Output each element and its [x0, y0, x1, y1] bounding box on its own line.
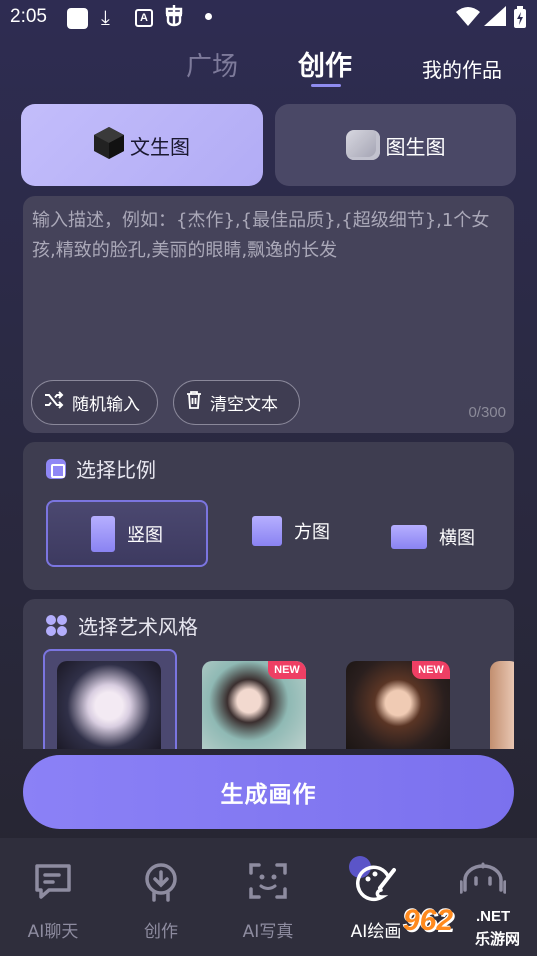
watermark-main: 962 — [403, 904, 454, 937]
my-works-link[interactable]: 我的作品 — [422, 54, 502, 83]
watermark-sub: 乐游网 — [475, 930, 521, 948]
battery-icon — [514, 6, 526, 32]
status-bar: 2:05 ⤓ A — [0, 0, 537, 36]
chat-icon — [33, 862, 73, 904]
tab-create[interactable]: 创作 — [298, 44, 352, 83]
watermark-domain: .NET — [473, 908, 514, 925]
portrait-shape-icon — [91, 515, 115, 552]
text-to-image-label: 文生图 — [130, 134, 190, 159]
style-title-label: 选择艺术风格 — [78, 615, 198, 639]
robot-icon — [459, 862, 507, 902]
text-to-image-button[interactable]: 文生图 — [21, 104, 263, 186]
ratio-title: 选择比例 — [46, 454, 156, 483]
face-scan-icon — [248, 862, 288, 904]
clover-icon — [46, 614, 68, 637]
ratio-icon — [46, 458, 66, 479]
photo-icon — [345, 130, 380, 160]
create-icon — [141, 862, 181, 906]
nav-ai-chat-label: AI聊天 — [27, 922, 79, 942]
download-icon: ⤓ — [101, 5, 110, 29]
shuffle-icon — [44, 391, 64, 414]
bug-icon — [163, 3, 185, 33]
ratio-portrait-label: 竖图 — [127, 524, 163, 546]
nav-create-label: 创作 — [144, 922, 178, 942]
ratio-square-label: 方图 — [294, 522, 330, 543]
notification-square-icon — [67, 8, 88, 29]
prompt-placeholder: 输入描述，例如：{杰作},{最佳品质},{超级细节},1个女孩,精致的脸孔,美丽… — [32, 210, 490, 261]
image-to-image-label: 图生图 — [385, 134, 446, 159]
random-input-label: 随机输入 — [72, 395, 140, 415]
ratio-landscape-option[interactable]: 横图 — [391, 524, 475, 550]
style-title: 选择艺术风格 — [46, 611, 198, 640]
signal-icon — [484, 6, 506, 30]
char-count: 0/300 — [468, 404, 506, 421]
clear-text-button[interactable]: 清空文本 — [173, 380, 300, 425]
square-shape-icon — [252, 516, 282, 546]
nav-ai-chat[interactable]: AI聊天 — [3, 838, 103, 956]
image-to-image-button[interactable]: 图生图 — [275, 104, 516, 186]
nav-create[interactable]: 创作 — [111, 838, 211, 956]
dot-icon — [205, 13, 212, 20]
random-input-button[interactable]: 随机输入 — [31, 380, 158, 425]
style-thumb-1[interactable] — [57, 661, 161, 749]
ratio-title-label: 选择比例 — [76, 458, 156, 482]
ratio-section: 选择比例 竖图 方图 横图 — [23, 442, 514, 590]
tab-plaza[interactable]: 广场 — [186, 46, 238, 83]
wifi-icon — [456, 6, 480, 30]
style-thumb-3[interactable]: NEW — [346, 661, 450, 749]
new-badge: NEW — [268, 661, 306, 679]
nav-ai-photo-label: AI写真 — [242, 922, 294, 942]
status-time: 2:05 — [10, 6, 47, 27]
a-icon: A — [135, 9, 153, 27]
tab-active-indicator — [311, 84, 341, 87]
ratio-landscape-label: 横图 — [439, 528, 475, 549]
new-badge: NEW — [412, 661, 450, 679]
style-thumb-4[interactable] — [490, 661, 514, 749]
nav-ai-photo[interactable]: AI写真 — [218, 838, 318, 956]
clear-text-label: 清空文本 — [210, 395, 278, 415]
top-tabs: 广场 创作 我的作品 — [0, 44, 537, 94]
prompt-input[interactable]: 输入描述，例如：{杰作},{最佳品质},{超级细节},1个女孩,精致的脸孔,美丽… — [23, 196, 514, 433]
ratio-square-option[interactable]: 方图 — [252, 516, 330, 546]
style-section: 选择艺术风格 NEW NEW — [23, 599, 514, 749]
cube-icon — [94, 126, 124, 164]
style-thumb-2[interactable]: NEW — [202, 661, 306, 749]
trash-icon — [186, 391, 202, 414]
landscape-shape-icon — [391, 525, 427, 549]
watermark-logo: 962 .NET 乐游网 — [403, 904, 533, 950]
generate-button[interactable]: 生成画作 — [23, 755, 514, 829]
paint-icon — [354, 862, 398, 906]
ratio-portrait-option[interactable]: 竖图 — [46, 500, 208, 567]
